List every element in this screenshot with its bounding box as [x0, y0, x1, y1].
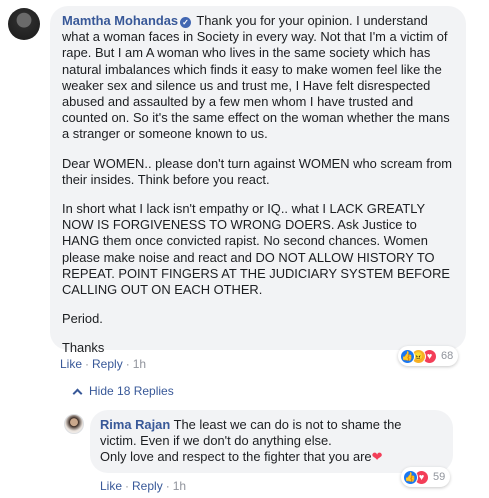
separator-dot: ·: [125, 479, 130, 493]
verified-badge-icon: ✓: [180, 17, 192, 28]
comment-actions: Like · Reply · 1h: [60, 357, 146, 371]
separator-dot: ·: [85, 357, 90, 371]
reply-bubble: Rima Rajan The least we can do is not to…: [90, 410, 453, 473]
heart-emoji-icon: ❤: [371, 449, 383, 465]
comment-text: Thank you for your opinion. I understand…: [62, 13, 450, 142]
reply-reactions[interactable]: 👍 ♥ 59: [401, 467, 451, 487]
comment-timestamp[interactable]: 1h: [133, 357, 146, 371]
commenter-avatar[interactable]: [8, 8, 40, 40]
reply-author-link[interactable]: Rima Rajan: [100, 417, 170, 432]
comment-paragraph-3: In short what I lack isn't empathy or IQ…: [62, 201, 450, 298]
like-reaction-icon: 👍: [400, 348, 415, 364]
separator-dot: ·: [125, 357, 130, 371]
hide-replies-button[interactable]: Hide 18 Replies: [72, 384, 174, 398]
comment-reactions[interactable]: 👍 😠 ♥ 68: [398, 346, 459, 366]
like-link[interactable]: Like: [60, 357, 82, 371]
reply-text-line-1: Rima Rajan The least we can do is not to…: [100, 417, 441, 449]
reaction-count: 68: [441, 350, 454, 362]
reply-timestamp[interactable]: 1h: [173, 479, 186, 493]
comment-paragraph-1: Mamtha Mohandas ✓ Thank you for your opin…: [62, 13, 454, 143]
reply-link[interactable]: Reply: [132, 479, 163, 493]
comment-paragraph-5: Thanks: [62, 340, 105, 356]
reaction-count: 59: [433, 471, 446, 483]
hide-replies-label: Hide 18 Replies: [89, 384, 174, 398]
comment-author-link[interactable]: Mamtha Mohandas: [62, 13, 178, 28]
like-reaction-icon: 👍: [403, 469, 418, 485]
comment-bubble: Mamtha Mohandas ✓ Thank you for your opin…: [50, 6, 466, 355]
reply-link[interactable]: Reply: [92, 357, 123, 371]
reply-text-line-2: Only love and respect to the fighter tha…: [100, 449, 441, 465]
comment-paragraph-2: Dear WOMEN.. please don't turn against W…: [62, 155, 453, 187]
comment-paragraph-4: Period.: [62, 311, 103, 327]
reply-avatar[interactable]: [64, 414, 84, 434]
reply-text-2: Only love and respect to the fighter tha…: [100, 449, 372, 465]
separator-dot: ·: [165, 479, 170, 493]
like-link[interactable]: Like: [100, 479, 122, 493]
chevron-up-icon: [72, 388, 83, 398]
reply-actions: Like · Reply · 1h: [100, 479, 186, 493]
